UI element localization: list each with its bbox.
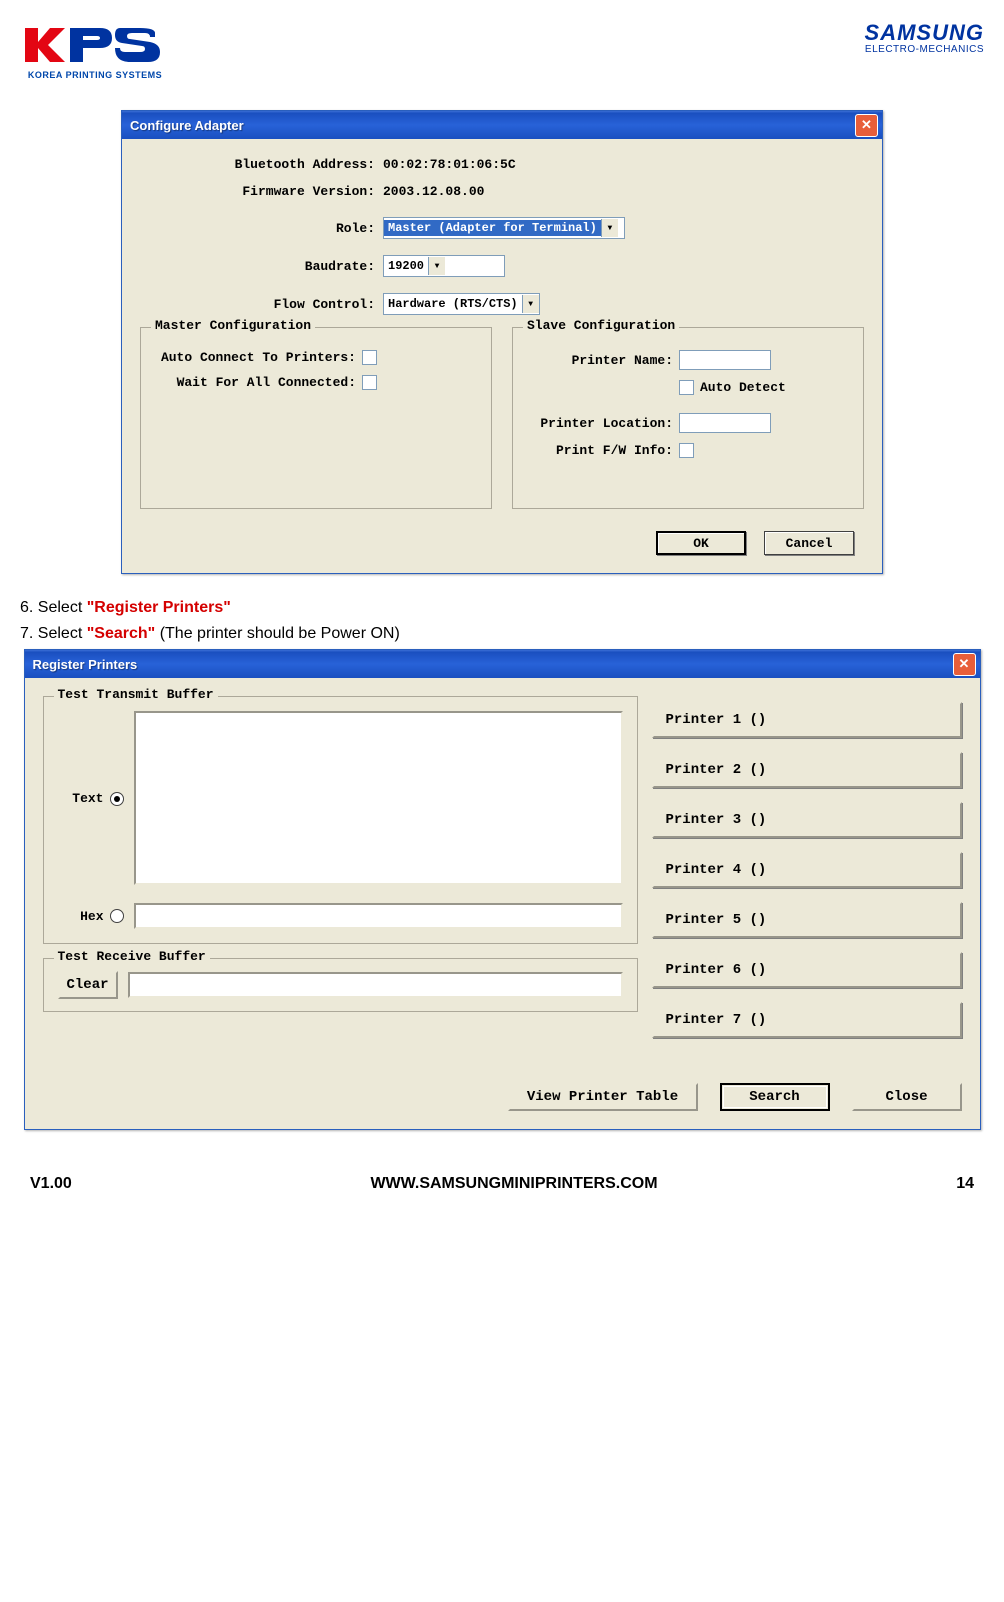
search-button[interactable]: Search: [720, 1083, 830, 1111]
hex-radio-label: Hex: [54, 909, 104, 924]
test-receive-fieldset: Test Receive Buffer Clear: [43, 958, 638, 1012]
role-select[interactable]: Master (Adapter for Terminal) ▼: [383, 217, 625, 239]
chevron-down-icon: ▼: [428, 257, 445, 275]
slave-config-legend: Slave Configuration: [523, 318, 679, 333]
auto-detect-checkbox[interactable]: [679, 380, 694, 395]
close-button[interactable]: Close: [852, 1083, 962, 1111]
titlebar[interactable]: Register Printers ✕: [25, 650, 980, 678]
flow-control-label: Flow Control:: [140, 297, 383, 312]
test-transmit-fieldset: Test Transmit Buffer Text Hex: [43, 696, 638, 944]
search-text: "Search": [87, 625, 156, 642]
master-config-fieldset: Master Configuration Auto Connect To Pri…: [140, 327, 492, 509]
wait-all-label: Wait For All Connected:: [151, 375, 362, 390]
baudrate-label: Baudrate:: [140, 259, 383, 274]
cancel-button[interactable]: Cancel: [764, 531, 854, 555]
printer-1-button[interactable]: Printer 1 (): [652, 702, 962, 738]
auto-detect-label: Auto Detect: [700, 380, 786, 395]
view-printer-table-button[interactable]: View Printer Table: [508, 1083, 698, 1111]
firmware-version-label: Firmware Version:: [140, 184, 383, 199]
flow-control-select[interactable]: Hardware (RTS/CTS) ▼: [383, 293, 540, 315]
printer-4-button[interactable]: Printer 4 (): [652, 852, 962, 888]
chevron-down-icon: ▼: [601, 219, 618, 237]
printer-3-button[interactable]: Printer 3 (): [652, 802, 962, 838]
footer-url: WWW.SAMSUNGMINIPRINTERS.COM: [370, 1175, 657, 1193]
version-text: V1.00: [30, 1175, 72, 1193]
page-header: KOREA PRINTING SYSTEMS SAMSUNG ELECTRO-M…: [20, 20, 984, 80]
receive-buffer-display: [128, 972, 623, 998]
printer-location-label: Printer Location:: [523, 416, 679, 431]
role-select-value: Master (Adapter for Terminal): [384, 220, 601, 236]
test-transmit-legend: Test Transmit Buffer: [54, 687, 218, 702]
close-icon[interactable]: ✕: [855, 114, 878, 137]
step-6-instruction: 6. Select "Register Printers": [20, 599, 984, 617]
bluetooth-address-value: 00:02:78:01:06:5C: [383, 157, 516, 172]
samsung-logo: SAMSUNG ELECTRO-MECHANICS: [865, 20, 984, 55]
master-config-legend: Master Configuration: [151, 318, 315, 333]
printer-7-button[interactable]: Printer 7 (): [652, 1002, 962, 1038]
configure-adapter-dialog: Configure Adapter ✕ Bluetooth Address: 0…: [121, 110, 883, 574]
kps-logo: KOREA PRINTING SYSTEMS: [20, 20, 170, 80]
print-fw-label: Print F/W Info:: [523, 443, 679, 458]
register-printers-text: "Register Printers": [87, 599, 231, 616]
register-printers-dialog: Register Printers ✕ Test Transmit Buffer…: [24, 649, 981, 1130]
firmware-version-value: 2003.12.08.00: [383, 184, 484, 199]
slave-config-fieldset: Slave Configuration Printer Name: Auto D…: [512, 327, 864, 509]
baudrate-select-value: 19200: [384, 258, 428, 274]
test-receive-legend: Test Receive Buffer: [54, 949, 210, 964]
print-fw-checkbox[interactable]: [679, 443, 694, 458]
page-footer: V1.00 WWW.SAMSUNGMINIPRINTERS.COM 14: [20, 1155, 984, 1203]
wait-all-checkbox[interactable]: [362, 375, 377, 390]
kps-tagline: KOREA PRINTING SYSTEMS: [28, 70, 162, 80]
bluetooth-address-label: Bluetooth Address:: [140, 157, 383, 172]
printer-6-button[interactable]: Printer 6 (): [652, 952, 962, 988]
text-radio[interactable]: [110, 792, 124, 806]
dialog-title: Register Printers: [33, 657, 138, 672]
flow-control-select-value: Hardware (RTS/CTS): [384, 296, 522, 312]
step-7-instruction: 7. Select "Search" (The printer should b…: [20, 625, 984, 643]
close-icon[interactable]: ✕: [953, 653, 976, 676]
auto-connect-label: Auto Connect To Printers:: [151, 350, 362, 365]
kps-logo-mark: [20, 20, 170, 70]
page-number: 14: [956, 1175, 974, 1193]
printer-name-label: Printer Name:: [523, 353, 679, 368]
printer-name-input[interactable]: [679, 350, 771, 370]
samsung-wordmark: SAMSUNG: [865, 20, 984, 46]
dialog-title: Configure Adapter: [130, 118, 244, 133]
chevron-down-icon: ▼: [522, 295, 539, 313]
text-radio-label: Text: [54, 791, 104, 806]
text-transmit-textarea[interactable]: [134, 711, 623, 885]
hex-radio[interactable]: [110, 909, 124, 923]
baudrate-select[interactable]: 19200 ▼: [383, 255, 505, 277]
clear-button[interactable]: Clear: [58, 971, 118, 999]
printer-list: Printer 1 () Printer 2 () Printer 3 () P…: [652, 696, 962, 1038]
role-label: Role:: [140, 221, 383, 236]
hex-transmit-input[interactable]: [134, 903, 623, 929]
ok-button[interactable]: OK: [656, 531, 746, 555]
samsung-subtitle: ELECTRO-MECHANICS: [865, 44, 984, 55]
auto-connect-checkbox[interactable]: [362, 350, 377, 365]
titlebar[interactable]: Configure Adapter ✕: [122, 111, 882, 139]
printer-5-button[interactable]: Printer 5 (): [652, 902, 962, 938]
printer-location-input[interactable]: [679, 413, 771, 433]
printer-2-button[interactable]: Printer 2 (): [652, 752, 962, 788]
